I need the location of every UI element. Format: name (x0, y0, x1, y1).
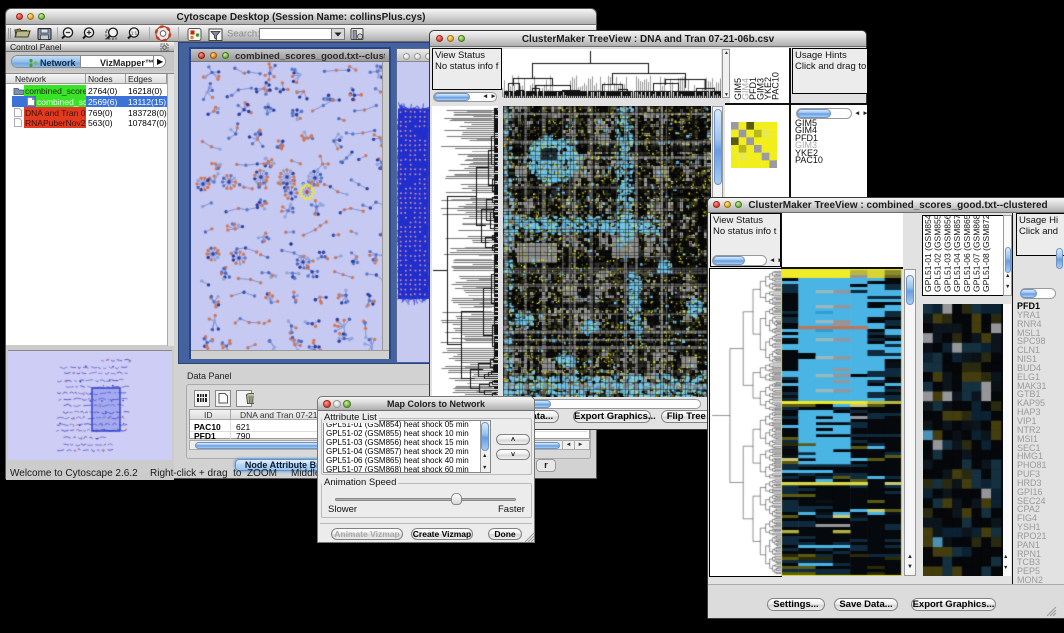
svg-text:1:1: 1:1 (131, 31, 138, 36)
svg-text:GPL51-01 (GSM854): GPL51-01 (GSM854) (923, 216, 933, 292)
svg-text:PAC10: PAC10 (771, 72, 781, 100)
svg-text:GPL51-08 (GSM872): GPL51-08 (GSM872) (981, 216, 991, 292)
svg-text:GPL51-07 (GSM868): GPL51-07 (GSM868) (972, 216, 982, 292)
svg-text:Search:: Search: (227, 29, 260, 40)
svg-text:GPL51-04 (GSM857): GPL51-04 (GSM857) (952, 216, 962, 292)
svg-text:GPL51-03 (GSM856): GPL51-03 (GSM856) (942, 216, 952, 292)
svg-text:GPL51-06 (GSM865): GPL51-06 (GSM865) (962, 216, 972, 292)
svg-text:GPL51-02 (GSM855): GPL51-02 (GSM855) (933, 216, 943, 292)
